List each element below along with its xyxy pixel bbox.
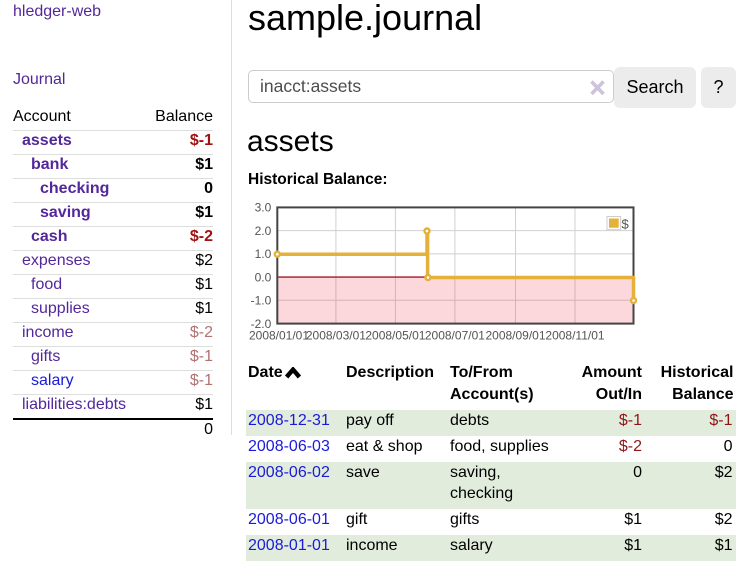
svg-text:2008/05/01: 2008/05/01 xyxy=(365,329,425,343)
svg-text:1.0: 1.0 xyxy=(255,247,272,261)
svg-text:$: $ xyxy=(622,217,630,232)
svg-text:2008/07/01: 2008/07/01 xyxy=(425,329,485,343)
svg-text:2.0: 2.0 xyxy=(255,224,272,238)
svg-text:-1.0: -1.0 xyxy=(251,294,272,308)
svg-text:3.0: 3.0 xyxy=(255,201,272,215)
svg-text:2008/03/01: 2008/03/01 xyxy=(306,329,366,343)
svg-text:0.0: 0.0 xyxy=(255,270,272,284)
svg-text:2008/11/01: 2008/11/01 xyxy=(545,329,604,343)
svg-text:2008/09/01: 2008/09/01 xyxy=(485,329,545,343)
svg-text:2008/01/01: 2008/01/01 xyxy=(249,329,309,343)
